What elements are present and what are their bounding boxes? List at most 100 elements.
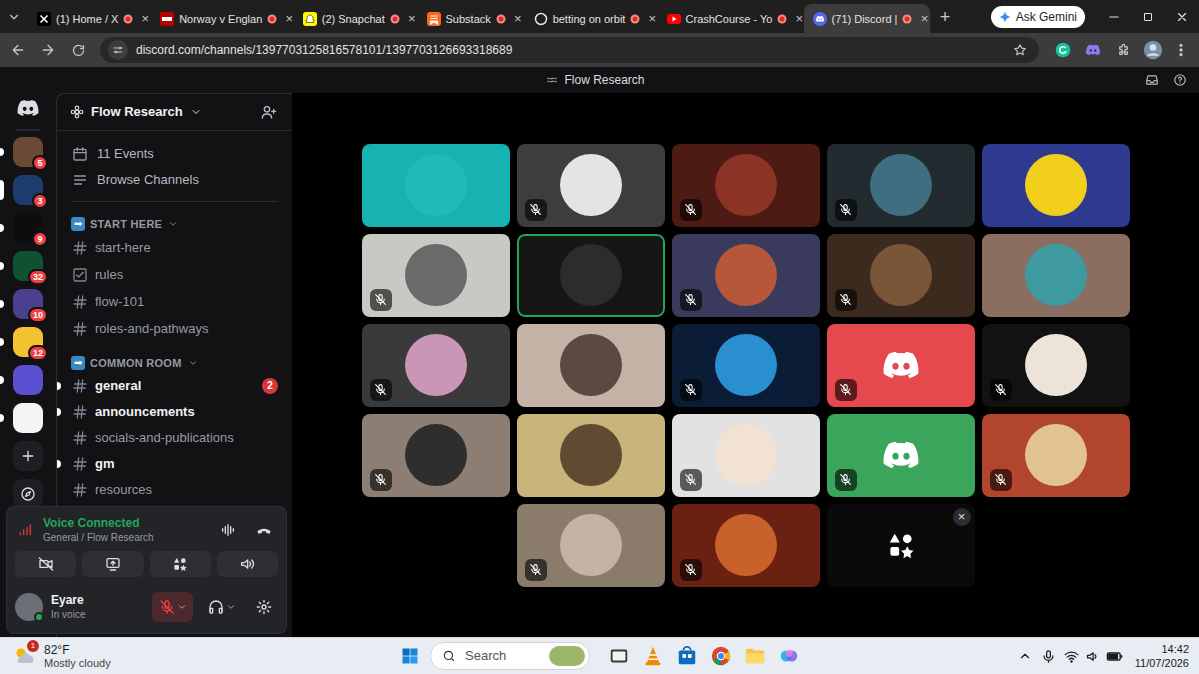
microphone-icon[interactable] (1037, 641, 1061, 671)
file-explorer-icon[interactable] (738, 639, 772, 673)
participant-tile[interactable] (362, 414, 510, 497)
maximize-icon[interactable] (1131, 1, 1165, 33)
copilot-icon[interactable] (772, 639, 806, 673)
server-item[interactable]: 5 (0, 137, 56, 167)
activities-icon[interactable] (150, 551, 211, 577)
taskbar-search[interactable]: Search (430, 642, 590, 670)
participant-avatar[interactable] (1025, 424, 1087, 486)
browser-tab[interactable]: Substack× (418, 4, 525, 33)
discover-compass-icon[interactable] (13, 479, 43, 509)
volume-icon[interactable] (1083, 641, 1103, 671)
server-icon[interactable] (13, 365, 43, 395)
participant-avatar[interactable] (560, 244, 622, 306)
tab-close-button[interactable]: × (645, 12, 659, 26)
close-activity-button[interactable]: × (953, 508, 971, 526)
participant-avatar[interactable] (715, 334, 777, 396)
participant-avatar[interactable] (715, 154, 777, 216)
server-item[interactable] (0, 403, 56, 433)
browser-tab[interactable]: CrashCourse - Yo× (658, 4, 804, 33)
participant-avatar[interactable] (870, 154, 932, 216)
participant-avatar[interactable] (715, 424, 777, 486)
participant-tile[interactable] (827, 324, 975, 407)
url-text[interactable]: discord.com/channels/1397703125816578101… (136, 42, 1003, 58)
participant-tile[interactable] (982, 414, 1130, 497)
participant-tile[interactable] (517, 234, 665, 317)
participant-avatar[interactable] (1025, 334, 1087, 396)
server-icon[interactable]: 10 (13, 289, 43, 319)
server-icon[interactable]: 32 (13, 251, 43, 281)
channel-item[interactable]: start-here (65, 234, 284, 261)
forward-arrow-icon[interactable] (34, 36, 62, 64)
mute-button[interactable] (152, 592, 193, 622)
chevron-down-icon[interactable] (189, 105, 203, 119)
browser-tab[interactable]: (1) Home / X× (28, 4, 151, 33)
participant-tile[interactable] (517, 504, 665, 587)
minimize-icon[interactable] (1097, 1, 1131, 33)
participant-tile[interactable] (672, 324, 820, 407)
tab-close-button[interactable]: × (405, 12, 419, 26)
vlc-icon[interactable] (636, 639, 670, 673)
participant-tile[interactable] (982, 234, 1130, 317)
tab-close-button[interactable]: × (917, 12, 931, 26)
participant-tile[interactable] (672, 234, 820, 317)
participant-tile[interactable] (982, 144, 1130, 227)
inbox-icon[interactable] (1141, 69, 1163, 91)
disconnect-phone-icon[interactable] (250, 516, 278, 544)
participant-avatar[interactable] (870, 244, 932, 306)
nav-item[interactable]: Browse Channels (65, 167, 284, 193)
participant-avatar[interactable] (715, 244, 777, 306)
participant-avatar[interactable] (715, 514, 777, 576)
back-arrow-icon[interactable] (4, 36, 32, 64)
profile-icon[interactable] (1139, 36, 1167, 64)
channel-category[interactable]: ➡COMMON ROOM (57, 353, 292, 373)
noise-waveform-icon[interactable] (214, 516, 242, 544)
participant-avatar[interactable] (1025, 244, 1087, 306)
soundboard-icon[interactable] (217, 551, 278, 577)
channel-item[interactable]: roles-and-pathways (65, 315, 284, 342)
user-avatar[interactable] (15, 593, 43, 621)
chrome-icon[interactable] (704, 639, 738, 673)
bookmark-star-icon[interactable] (1011, 41, 1029, 59)
participant-tile[interactable] (362, 324, 510, 407)
camera-off-icon[interactable] (15, 551, 76, 577)
participant-tile[interactable] (982, 324, 1130, 407)
app-task-view-icon[interactable] (602, 639, 636, 673)
channel-item[interactable]: rules (65, 261, 284, 288)
participant-tile[interactable] (362, 234, 510, 317)
tab-close-button[interactable]: × (511, 12, 525, 26)
participant-avatar[interactable] (405, 424, 467, 486)
new-tab-button[interactable]: + (930, 3, 960, 31)
gemini-button[interactable]: Ask Gemini (991, 6, 1085, 28)
participant-avatar[interactable] (560, 334, 622, 396)
browser-tab[interactable]: (71) Discord |× (804, 4, 930, 33)
server-item[interactable]: 9 (0, 213, 56, 243)
nav-item[interactable]: 11 Events (65, 141, 284, 167)
address-bar[interactable]: discord.com/channels/1397703125816578101… (100, 37, 1039, 63)
participant-tile[interactable] (672, 144, 820, 227)
screen-share-icon[interactable] (82, 551, 143, 577)
server-item[interactable]: 10 (0, 289, 56, 319)
voice-channel-label[interactable]: General / Flow Research (43, 531, 206, 544)
discord-home-icon[interactable] (13, 93, 43, 123)
browser-tab[interactable]: Norway v Englan× (151, 4, 294, 33)
windows-start-icon[interactable] (397, 641, 423, 671)
show-hidden-icons-icon[interactable] (1013, 641, 1037, 671)
participant-tile[interactable] (517, 414, 665, 497)
clock[interactable]: 14:4211/07/2026 (1127, 642, 1199, 670)
channel-item[interactable]: general2 (65, 373, 284, 399)
close-window-icon[interactable] (1165, 1, 1199, 33)
channel-item[interactable]: resources (65, 477, 284, 503)
activity-tile[interactable]: × (827, 504, 975, 587)
participant-avatar[interactable] (405, 244, 467, 306)
participant-tile[interactable] (672, 504, 820, 587)
participant-tile[interactable] (517, 144, 665, 227)
weather-widget[interactable]: 182°FMostly cloudy (0, 643, 397, 670)
tab-close-button[interactable]: × (138, 12, 152, 26)
help-icon[interactable] (1169, 69, 1191, 91)
participant-avatar[interactable] (405, 334, 467, 396)
deafen-button[interactable] (201, 592, 242, 622)
server-header[interactable]: Flow Research (57, 94, 292, 131)
browser-tab[interactable]: betting on orbit× (525, 4, 658, 33)
menu-kebab-icon[interactable] (1169, 36, 1193, 64)
participant-tile[interactable] (517, 324, 665, 407)
